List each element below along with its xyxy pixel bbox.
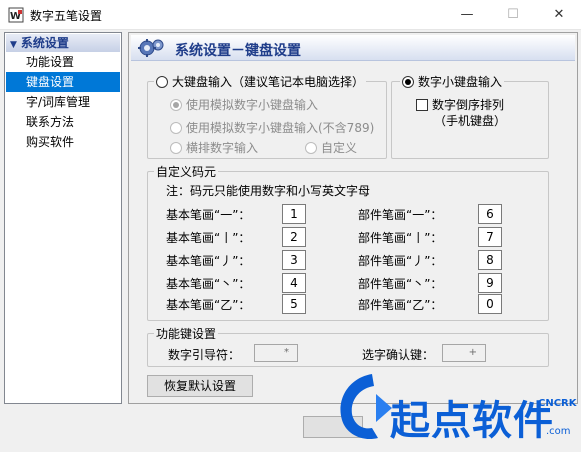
numpad-radio[interactable]: 数字小键盘输入	[400, 73, 505, 90]
reverse-order-checkbox[interactable]: 数字倒序排列	[416, 96, 504, 113]
basic-stroke-label: 基本笔画“丿”：	[166, 254, 251, 268]
option-simulated-numpad[interactable]: 使用模拟数字小键盘输入	[170, 96, 318, 113]
basic-stroke-field[interactable]: 1	[282, 204, 306, 224]
radio-icon	[305, 142, 317, 154]
app-icon: W	[8, 7, 24, 23]
expand-triangle-icon: ▼	[10, 40, 17, 50]
sidebar-header-label: 系统设置	[20, 36, 69, 50]
phone-keyboard-note: （手机键盘）	[434, 114, 507, 128]
close-button[interactable]: ✕	[536, 0, 581, 30]
part-stroke-label: 部件笔画“丿”：	[358, 254, 443, 268]
sidebar-item-dictionary[interactable]: 字/词库管理	[6, 92, 120, 112]
radio-icon	[402, 76, 414, 88]
watermark: 起点软件 CNCRK .com	[332, 368, 581, 452]
watermark-brand: CNCRK	[538, 398, 577, 409]
guide-symbol-field[interactable]: *	[254, 344, 298, 362]
function-keys-group: 功能键设置 数字引导符： * 选字确认键： +	[147, 325, 549, 367]
minimize-button[interactable]: —	[444, 0, 490, 30]
maximize-button[interactable]: ☐	[490, 0, 536, 30]
sidebar-item-function-settings[interactable]: 功能设置	[6, 52, 120, 72]
basic-stroke-label: 基本笔画“一”：	[166, 208, 251, 222]
radio-icon	[170, 122, 182, 134]
part-stroke-field[interactable]: 7	[478, 227, 502, 247]
part-stroke-field[interactable]: 8	[478, 250, 502, 270]
part-stroke-label: 部件笔画“丨”：	[358, 231, 443, 245]
big-keyboard-group: 大键盘输入（建议笔记本电脑选择） 使用模拟数字小键盘输入 使用模拟数字小键盘输入…	[147, 73, 387, 159]
panel-title: 系统设置－键盘设置	[175, 43, 301, 59]
custom-codes-note: 注：码元只能使用数字和小写英文字母	[166, 184, 371, 198]
part-stroke-field[interactable]: 6	[478, 204, 502, 224]
part-stroke-field[interactable]: 0	[478, 294, 502, 314]
big-keyboard-label: 大键盘输入（建议笔记本电脑选择）	[172, 75, 365, 89]
numpad-group: 数字小键盘输入 数字倒序排列 （手机键盘）	[391, 73, 549, 159]
title-bar[interactable]: W 数字五笔设置 — ☐ ✕	[0, 0, 581, 30]
radio-icon	[156, 76, 168, 88]
confirm-key-label: 选字确认键：	[362, 348, 435, 362]
checkbox-icon	[416, 99, 428, 111]
settings-panel: 系统设置－键盘设置 大键盘输入（建议笔记本电脑选择） 使用模拟数字小键盘输入 使…	[128, 32, 578, 404]
basic-stroke-label: 基本笔画“丨”：	[166, 231, 251, 245]
basic-stroke-field[interactable]: 5	[282, 294, 306, 314]
option-custom[interactable]: 自定义	[305, 139, 357, 156]
numpad-label: 数字小键盘输入	[418, 75, 503, 89]
sidebar-item-contact[interactable]: 联系方法	[6, 112, 120, 132]
sidebar-item-keyboard-settings[interactable]: 键盘设置	[6, 72, 120, 92]
option-horizontal-digits[interactable]: 横排数字输入	[170, 139, 258, 156]
basic-stroke-field[interactable]: 4	[282, 273, 306, 293]
watermark-text: 起点软件	[390, 398, 554, 444]
part-stroke-label: 部件笔画“丶”：	[358, 277, 443, 291]
radio-icon	[170, 142, 182, 154]
part-stroke-label: 部件笔画“一”：	[358, 208, 443, 222]
settings-window: W 数字五笔设置 — ☐ ✕ ▼ 系统设置 功能设置 键盘设置 字/词库管理 联系…	[0, 0, 581, 452]
guide-symbol-label: 数字引导符：	[168, 348, 241, 362]
confirm-key-field[interactable]: +	[442, 344, 486, 362]
radio-icon	[170, 99, 182, 111]
basic-stroke-label: 基本笔画“乙”：	[166, 298, 251, 312]
function-keys-legend: 功能键设置	[154, 325, 219, 342]
restore-defaults-button[interactable]: 恢复默认设置	[147, 375, 253, 397]
sidebar-header[interactable]: ▼ 系统设置	[6, 34, 120, 52]
option-simulated-numpad-no789[interactable]: 使用模拟数字小键盘输入(不含789)	[170, 119, 374, 136]
basic-stroke-label: 基本笔画“丶”：	[166, 277, 251, 291]
part-stroke-label: 部件笔画“乙”：	[358, 298, 443, 312]
part-stroke-field[interactable]: 9	[478, 273, 502, 293]
window-title: 数字五笔设置	[30, 9, 103, 23]
sidebar: ▼ 系统设置 功能设置 键盘设置 字/词库管理 联系方法 购买软件	[4, 32, 122, 404]
panel-header: 系统设置－键盘设置	[131, 35, 575, 61]
gear-icon	[138, 39, 164, 57]
custom-codes-legend: 自定义码元	[154, 163, 219, 180]
basic-stroke-field[interactable]: 2	[282, 227, 306, 247]
sidebar-item-purchase[interactable]: 购买软件	[6, 132, 120, 152]
big-keyboard-radio[interactable]: 大键盘输入（建议笔记本电脑选择）	[154, 73, 367, 90]
custom-codes-group: 自定义码元 注：码元只能使用数字和小写英文字母 基本笔画“一”： 1 部件笔画“…	[147, 163, 549, 321]
basic-stroke-field[interactable]: 3	[282, 250, 306, 270]
watermark-domain: .com	[546, 426, 571, 437]
